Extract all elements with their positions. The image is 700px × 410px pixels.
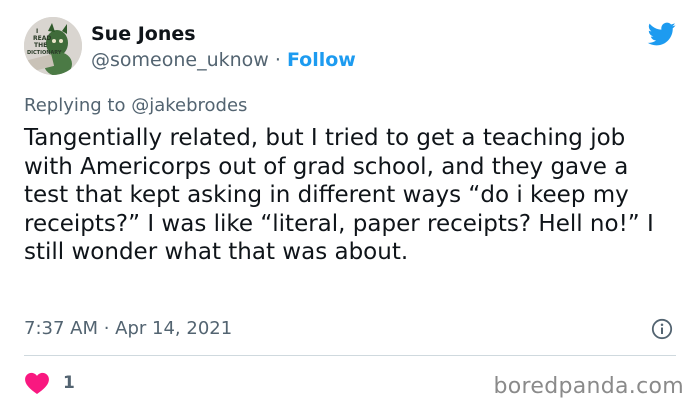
heart-icon[interactable] — [24, 371, 50, 395]
twitter-bird-icon[interactable] — [646, 20, 678, 48]
avatar-text-line: I — [36, 28, 38, 35]
watermark: boredpanda.com — [493, 374, 684, 399]
reply-to-handle[interactable]: @jakebrodes — [131, 95, 247, 116]
separator-dot: · — [268, 49, 287, 71]
avatar-text-line: DICTIONARY — [27, 50, 62, 56]
divider — [24, 355, 676, 356]
tweet-card: I READ THE DICTIONARY Sue Jones @someone… — [0, 0, 700, 410]
follow-button[interactable]: Follow — [287, 49, 356, 71]
like-count: 1 — [63, 373, 75, 393]
author-handle-row: @someone_uknow · Follow — [91, 48, 356, 72]
reply-context: Replying to @jakebrodes — [24, 94, 247, 118]
tweet-timestamp[interactable]: 7:37 AM · Apr 14, 2021 — [24, 317, 232, 341]
info-icon[interactable] — [651, 318, 673, 340]
author-name[interactable]: Sue Jones — [91, 22, 196, 46]
author-handle[interactable]: @someone_uknow — [91, 49, 269, 71]
tweet-text: Tangentially related, but I tried to get… — [24, 125, 654, 265]
avatar-text-line: THE — [34, 42, 47, 49]
avatar-text-line: READ — [33, 35, 51, 42]
reply-prefix: Replying to — [24, 95, 132, 116]
avatar[interactable]: I READ THE DICTIONARY — [24, 17, 82, 75]
